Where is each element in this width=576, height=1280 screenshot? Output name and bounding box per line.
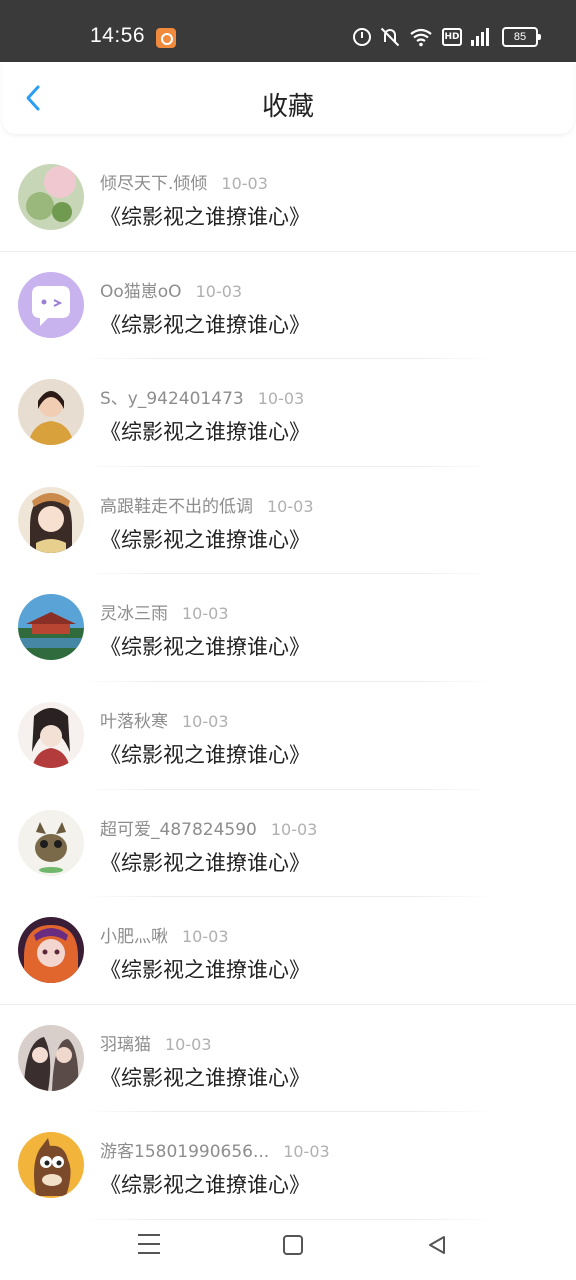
avatar[interactable] (18, 1132, 84, 1199)
username: S、y_942401473 10-03 (100, 389, 305, 410)
book-title[interactable]: 《综影视之谁撩谁心》 (100, 631, 310, 661)
avatar[interactable] (18, 379, 84, 446)
username: Oo猫崽oO 10-03 (100, 281, 243, 302)
book-title[interactable]: 《综影视之谁撩谁心》 (100, 416, 310, 446)
avatar[interactable] (18, 1024, 84, 1091)
home-icon[interactable] (283, 1235, 303, 1255)
username: 游客15801990656... 10-03 (100, 1142, 330, 1163)
signal-icon (471, 28, 493, 46)
list-item[interactable]: 灵冰三雨 10-03 《综影视之谁撩谁心》 (0, 574, 576, 682)
book-title[interactable]: 《综影视之谁撩谁心》 (100, 847, 310, 877)
username: 高跟鞋走不出的低调 10-03 (100, 496, 314, 517)
date: 10-03 (182, 604, 229, 624)
system-nav-bar (0, 1214, 576, 1280)
list-item[interactable]: S、y_942401473 10-03 《综影视之谁撩谁心》 (0, 359, 576, 467)
date: 10-03 (270, 819, 318, 839)
page-title: 收藏 (261, 92, 314, 122)
date: 10-03 (283, 1142, 330, 1162)
battery-indicator: 85 (502, 27, 541, 47)
username: 灵冰三雨 10-03 (100, 604, 229, 625)
list-item[interactable]: 高跟鞋走不出的低调 10-03 《综影视之谁撩谁心》 (0, 467, 576, 575)
book-title[interactable]: 《综影视之谁撩谁心》 (100, 1169, 310, 1199)
username: 倾尽天下.倾倾 10-03 (100, 174, 268, 194)
hd-voice-icon: HD (442, 28, 462, 46)
book-title[interactable]: 《综影视之谁撩谁心》 (100, 524, 310, 554)
status-icons: HD 85 (353, 27, 541, 47)
list-item[interactable]: 羽璃猫 10-03 《综影视之谁撩谁心》 (0, 1005, 576, 1113)
wifi-icon (410, 28, 432, 47)
list-item[interactable]: Oo猫崽oO 10-03 《综影视之谁撩谁心》 (0, 252, 576, 360)
avatar[interactable] (18, 164, 84, 230)
book-title[interactable]: 《综影视之谁撩谁心》 (100, 1062, 310, 1092)
date: 10-03 (182, 927, 229, 947)
status-bar: 14:56 HD 85 (0, 0, 576, 62)
list-item[interactable]: 叶落秋寒 10-03 《综影视之谁撩谁心》 (0, 682, 576, 790)
avatar[interactable] (18, 809, 84, 876)
mute-icon (380, 27, 400, 47)
favorites-list: 倾尽天下.倾倾 10-03 《综影视之谁撩谁心》 Oo猫崽oO 10-03 《综影视… (0, 144, 576, 1220)
avatar[interactable] (18, 701, 84, 768)
username: 超可爱_487824590 10-03 (100, 819, 318, 840)
date: 10-03 (195, 281, 243, 301)
status-time: 14:56 (90, 24, 146, 47)
date: 10-03 (267, 496, 314, 516)
date: 10-03 (257, 389, 305, 409)
header: 收藏 (2, 62, 574, 134)
book-title[interactable]: 《综影视之谁撩谁心》 (100, 309, 310, 339)
username: 羽璃猫 10-03 (100, 1034, 212, 1055)
list-item[interactable]: 游客15801990656... 10-03 《综影视之谁撩谁心》 (0, 1112, 576, 1220)
date: 10-03 (221, 174, 268, 193)
date: 10-03 (165, 1034, 212, 1054)
book-title[interactable]: 《综影视之谁撩谁心》 (100, 954, 310, 984)
book-title[interactable]: 《综影视之谁撩谁心》 (100, 739, 310, 769)
list-item[interactable]: 倾尽天下.倾倾 10-03 《综影视之谁撩谁心》 (0, 144, 576, 252)
username: 叶落秋寒 10-03 (100, 711, 229, 732)
menu-icon[interactable] (138, 1234, 160, 1254)
alarm-icon (353, 28, 371, 46)
avatar[interactable] (18, 486, 84, 553)
avatar[interactable] (18, 917, 84, 984)
avatar[interactable] (18, 594, 84, 661)
date: 10-03 (182, 711, 229, 731)
list-item[interactable]: 小肥灬啾 10-03 《综影视之谁撩谁心》 (0, 897, 576, 1005)
book-title[interactable]: 《综影视之谁撩谁心》 (100, 201, 310, 231)
app-notification-icon (156, 28, 176, 48)
avatar[interactable] (18, 271, 84, 338)
username: 小肥灬啾 10-03 (100, 927, 229, 948)
list-item[interactable]: 超可爱_487824590 10-03 《综影视之谁撩谁心》 (0, 790, 576, 898)
back-triangle-icon[interactable] (426, 1234, 448, 1256)
